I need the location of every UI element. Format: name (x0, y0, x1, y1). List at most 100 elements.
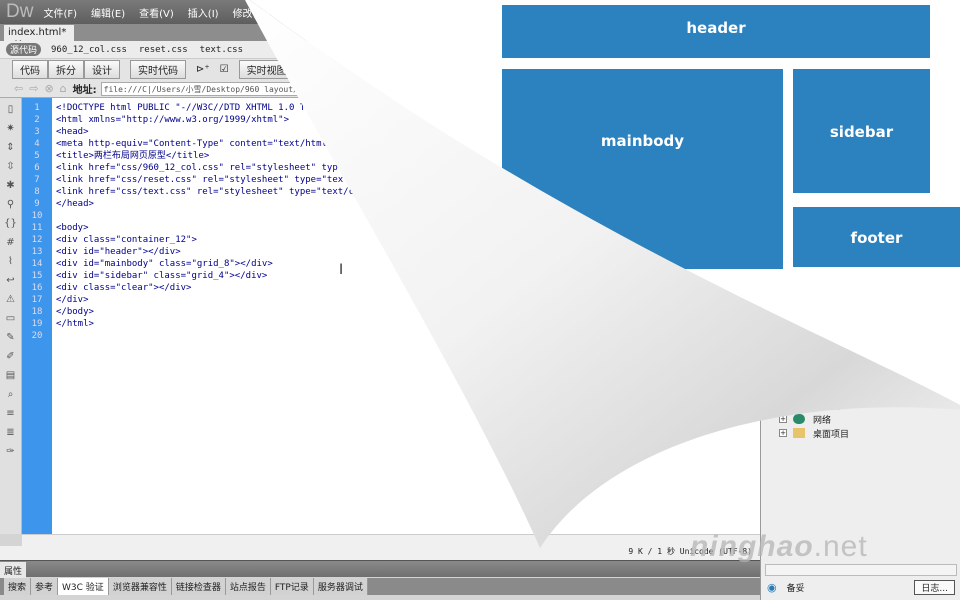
results-tab[interactable]: FTP记录 (270, 578, 314, 595)
code-line[interactable]: <title>两栏布局网页原型</title> (52, 150, 760, 162)
code-line[interactable]: <!DOCTYPE html PUBLIC "-//W3C//DTD XHTML… (52, 102, 760, 114)
results-tab[interactable]: 参考 (31, 578, 59, 595)
select-parent-tag-icon[interactable]: ⚲ (4, 198, 18, 212)
menu-modify[interactable]: 修改(M) (233, 5, 269, 20)
tree-label: 桌面 (795, 387, 814, 398)
line-number: 20 (31, 331, 43, 341)
files-horizontal-scrollbar[interactable] (765, 564, 957, 576)
code-line[interactable]: <meta http-equiv="Content-Type" content=… (52, 138, 760, 150)
results-panel-tabs: 搜索 参考 W3C 验证 浏览器兼容性 链接检查器 站点报告 FTP记录 服务器调试 (0, 578, 760, 595)
tree-root[interactable]: 桌面 (775, 384, 849, 398)
menu-insert[interactable]: 插入(I) (188, 5, 219, 20)
related-file[interactable]: reset.css (139, 45, 188, 55)
format-source-icon[interactable]: ✑ (4, 445, 18, 459)
code-line[interactable]: <div id="mainbody" class="grid_8"></div> (52, 258, 760, 270)
expand-icon[interactable]: + (779, 415, 787, 423)
properties-tab[interactable]: 属性 (0, 562, 27, 579)
results-tab[interactable]: 服务器调试 (313, 578, 368, 595)
line-number: 2 (34, 115, 40, 125)
tree-item-computer[interactable]: + 计算机 (775, 398, 849, 412)
code-line[interactable]: <link href="css/reset.css" rel="styleshe… (52, 174, 760, 186)
horizontal-scrollbar[interactable] (22, 534, 760, 546)
line-numbers-icon[interactable]: # (4, 236, 18, 250)
balance-braces-icon[interactable]: {} (4, 217, 18, 231)
menu-file[interactable]: 文件(F) (43, 5, 77, 20)
results-tab[interactable]: 搜索 (4, 578, 32, 595)
results-tab[interactable]: 站点报告 (225, 578, 271, 595)
live-code-button[interactable]: 实时代码 (130, 60, 186, 79)
code-line[interactable]: </div> (52, 294, 760, 306)
code-line[interactable] (52, 210, 760, 222)
inspect-icon[interactable]: ⊳⁺ (196, 64, 210, 75)
code-line[interactable]: <link href="css/text.css" rel="styleshee… (52, 186, 760, 198)
tree-item-network[interactable]: + 网络 (775, 412, 849, 426)
home-icon[interactable]: ⌂ (60, 82, 67, 95)
word-wrap-icon[interactable]: ↩ (4, 274, 18, 288)
code-line[interactable]: <div id="sidebar" class="grid_4"></div> (52, 270, 760, 282)
line-number: 6 (34, 163, 40, 173)
live-view-button[interactable]: 实时视图 (238, 60, 295, 79)
code-line[interactable]: </head> (52, 198, 760, 210)
code-line[interactable]: <html xmlns="http://www.w3.org/1999/xhtm… (52, 114, 760, 126)
files-panel: 桌面 + 计算机 + 网络 + 桌面项目 ◉ 备妥 日志... (760, 98, 960, 600)
menu-view[interactable]: 查看(V) (139, 5, 174, 20)
remove-comment-icon[interactable]: ✎ (4, 331, 18, 345)
menu-bar: Dw 文件(F) 编辑(E) 查看(V) 插入(I) 修改(M) (0, 0, 960, 24)
related-file[interactable]: 960_12_col.css (51, 45, 127, 55)
collapse-selection-icon[interactable]: ⇳ (4, 160, 18, 174)
watermark: ninghao.net (690, 530, 868, 563)
source-code-button[interactable]: 源代码 (6, 43, 42, 56)
show-code-navigator-icon[interactable]: ✷ (4, 122, 18, 136)
folder-icon (793, 428, 805, 438)
code-editor[interactable]: <!DOCTYPE html PUBLIC "-//W3C//DTD XHTML… (52, 98, 760, 534)
related-files-bar: 源代码 960_12_col.css reset.css text.css (0, 41, 960, 58)
stop-icon[interactable]: ⊗ (44, 82, 53, 95)
results-tab[interactable]: 浏览器兼容性 (108, 578, 172, 595)
address-input[interactable]: file:///C|/Users/小雪/Desktop/960 layout/ (100, 81, 361, 96)
split-view-button[interactable]: 拆分 (48, 60, 84, 79)
forward-icon[interactable]: ⇨ (29, 82, 38, 95)
results-tab[interactable]: 链接检查器 (171, 578, 226, 595)
code-line[interactable]: <link href="css/960_12_col.css" rel="sty… (52, 162, 760, 174)
expand-icon[interactable]: + (779, 429, 787, 437)
wrap-tag-icon[interactable]: ✐ (4, 350, 18, 364)
code-line[interactable]: <head> (52, 126, 760, 138)
code-line[interactable] (52, 330, 760, 342)
code-line[interactable]: <div class="clear"></div> (52, 282, 760, 294)
code-line[interactable]: <div id="header"></div> (52, 246, 760, 258)
indent-icon[interactable]: ≡ (4, 407, 18, 421)
tab-index-html[interactable]: index.html* × (4, 25, 74, 49)
status-globe-icon: ◉ (767, 580, 777, 594)
expand-icon[interactable]: + (779, 401, 787, 409)
properties-panel: 属性 (0, 560, 760, 579)
files-status-bar: ◉ 备妥 日志... (761, 578, 960, 596)
recent-snippets-icon[interactable]: ▤ (4, 369, 18, 383)
highlight-invalid-icon[interactable]: ⌇ (4, 255, 18, 269)
line-number: 8 (34, 187, 40, 197)
line-number: 14 (31, 259, 43, 269)
tree-label: 网络 (813, 415, 832, 426)
move-css-icon[interactable]: ⌕ (4, 388, 18, 402)
log-button[interactable]: 日志... (914, 579, 955, 595)
line-number: 15 (31, 271, 43, 281)
back-icon[interactable]: ⇦ (14, 82, 23, 95)
outdent-icon[interactable]: ≣ (4, 426, 18, 440)
code-line[interactable]: </html> (52, 318, 760, 330)
syntax-error-icon[interactable]: ⚠ (4, 293, 18, 307)
design-view-button[interactable]: 设计 (84, 60, 120, 79)
file-tree: 桌面 + 计算机 + 网络 + 桌面项目 (775, 384, 849, 440)
results-tab[interactable]: W3C 验证 (58, 578, 109, 595)
line-number: 7 (34, 175, 40, 185)
menu-edit[interactable]: 编辑(E) (91, 5, 125, 20)
code-line[interactable]: </body> (52, 306, 760, 318)
code-line[interactable]: <body> (52, 222, 760, 234)
expand-all-icon[interactable]: ✱ (4, 179, 18, 193)
tree-item-desktop-items[interactable]: + 桌面项目 (775, 426, 849, 440)
code-line[interactable]: <div class="container_12"> (52, 234, 760, 246)
apply-comment-icon[interactable]: ▭ (4, 312, 18, 326)
code-view-button[interactable]: 代码 (12, 60, 48, 79)
check-page-icon[interactable]: ☑ (220, 64, 229, 75)
collapse-tag-icon[interactable]: ⇕ (4, 141, 18, 155)
related-file[interactable]: text.css (200, 45, 243, 55)
open-documents-icon[interactable]: ▯ (4, 103, 18, 117)
